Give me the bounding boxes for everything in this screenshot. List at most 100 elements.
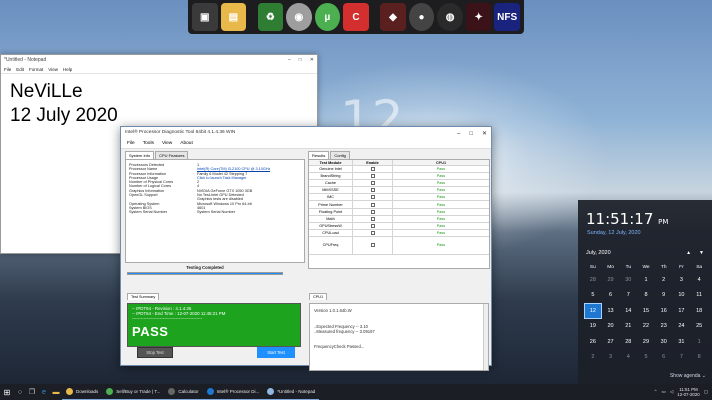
- enable-checkbox[interactable]: [370, 223, 375, 228]
- calendar-day[interactable]: 27: [602, 334, 620, 350]
- calendar-day[interactable]: 29: [637, 334, 655, 350]
- taskbar-app[interactable]: Sell/Buy or Trade | T...: [102, 384, 165, 400]
- folder-icon[interactable]: ▤: [220, 3, 247, 31]
- tab-config[interactable]: Config: [330, 151, 350, 159]
- game-disc-icon[interactable]: ●: [408, 3, 435, 31]
- menu-help[interactable]: Help: [63, 67, 72, 72]
- tab-results[interactable]: Results: [308, 151, 330, 159]
- calendar-day[interactable]: 15: [637, 303, 655, 319]
- tab-test-summary[interactable]: Test Summary: [127, 293, 160, 300]
- utorrent-icon[interactable]: µ: [314, 3, 341, 31]
- game-dark-icon[interactable]: ◍: [437, 3, 463, 31]
- chrome-icon[interactable]: ◉: [286, 3, 312, 31]
- chevron-up-icon[interactable]: ▲: [686, 250, 691, 256]
- flyout-date-link[interactable]: Sunday, 12 July, 2020: [578, 228, 712, 236]
- enable-checkbox[interactable]: [370, 181, 375, 186]
- volume-icon[interactable]: ◁: [670, 389, 673, 395]
- calendar-day[interactable]: 30: [619, 272, 637, 288]
- calendar-day[interactable]: 8: [690, 350, 708, 366]
- calendar-day[interactable]: 20: [602, 319, 620, 335]
- calendar-day[interactable]: 11: [690, 288, 708, 304]
- calendar-day[interactable]: 29: [602, 272, 620, 288]
- calendar-day[interactable]: 3: [602, 350, 620, 366]
- edge-icon[interactable]: e: [38, 384, 50, 400]
- calendar-day[interactable]: 18: [690, 303, 708, 319]
- calendar-day[interactable]: 6: [602, 288, 620, 304]
- menu-view[interactable]: View: [48, 67, 58, 72]
- tab-cpu-features[interactable]: CPU Features: [155, 151, 189, 159]
- tab-cpu1[interactable]: CPU1: [309, 293, 328, 300]
- calendar-day[interactable]: 3: [673, 272, 691, 288]
- calendar-day[interactable]: 22: [637, 319, 655, 335]
- maximize-icon[interactable]: □: [299, 57, 302, 63]
- taskbar-app[interactable]: Downloads: [62, 384, 103, 400]
- computer-icon[interactable]: ▣: [192, 3, 218, 31]
- menu-about[interactable]: About: [180, 141, 193, 146]
- calendar-month[interactable]: July, 2020: [586, 250, 611, 256]
- enable-checkbox[interactable]: [370, 167, 375, 172]
- calendar-day[interactable]: 10: [673, 288, 691, 304]
- enable-checkbox[interactable]: [370, 230, 375, 235]
- chevron-down-icon[interactable]: ▼: [699, 250, 704, 256]
- calendar-day[interactable]: 9: [655, 288, 673, 304]
- calendar-day[interactable]: 7: [619, 288, 637, 304]
- calendar-day[interactable]: 8: [637, 288, 655, 304]
- menu-format[interactable]: Format: [29, 67, 43, 72]
- maximize-icon[interactable]: □: [469, 131, 473, 137]
- calendar-day[interactable]: 24: [673, 319, 691, 335]
- ccleaner-icon[interactable]: C: [343, 3, 369, 31]
- calendar-day[interactable]: 25: [690, 319, 708, 335]
- calendar-day[interactable]: 16: [655, 303, 673, 319]
- calendar-day[interactable]: 2: [584, 350, 602, 366]
- windows-start-icon[interactable]: ⊞: [0, 384, 14, 400]
- stop-test-button[interactable]: Stop Test: [137, 347, 173, 358]
- tray-clock[interactable]: 11:51 PM 12-07-2020: [677, 387, 699, 398]
- calendar-day[interactable]: 30: [655, 334, 673, 350]
- minimize-icon[interactable]: –: [457, 131, 460, 137]
- menu-file[interactable]: File: [127, 141, 135, 146]
- calendar-day[interactable]: 4: [690, 272, 708, 288]
- enable-checkbox[interactable]: [370, 209, 375, 214]
- enable-checkbox[interactable]: [370, 195, 375, 200]
- calendar-day[interactable]: 5: [637, 350, 655, 366]
- system-info-value[interactable]: Click to launch Task Manager: [197, 176, 247, 180]
- calendar-day[interactable]: 21: [619, 319, 637, 335]
- start-test-button[interactable]: Start Test: [257, 347, 295, 358]
- enable-checkbox[interactable]: [370, 216, 375, 221]
- notepad-text-area[interactable]: NeViLLe 12 July 2020: [1, 74, 317, 134]
- enable-checkbox[interactable]: [370, 243, 375, 248]
- menu-file[interactable]: File: [4, 67, 11, 72]
- taskbar-app[interactable]: *Untitled - Notepad: [263, 384, 320, 400]
- network-icon[interactable]: ▭: [662, 389, 666, 395]
- chevron-up-icon[interactable]: ⌃: [654, 389, 658, 395]
- cpu-log-scrollbar[interactable]: [483, 304, 488, 370]
- diagnostic-titlebar[interactable]: Intel® Processor Diagnostic Tool 64bit 4…: [121, 127, 491, 139]
- calendar-day[interactable]: 23: [655, 319, 673, 335]
- menu-tools[interactable]: Tools: [143, 141, 154, 146]
- calendar-day[interactable]: 1: [690, 334, 708, 350]
- menu-edit[interactable]: Edit: [16, 67, 24, 72]
- close-icon[interactable]: ✕: [482, 131, 487, 137]
- calendar-day[interactable]: 17: [673, 303, 691, 319]
- calendar-day[interactable]: 31: [673, 334, 691, 350]
- calendar-day[interactable]: 6: [655, 350, 673, 366]
- game-red-icon[interactable]: ✦: [465, 3, 492, 31]
- calendar-day[interactable]: 13: [602, 303, 620, 319]
- game-nfs-icon[interactable]: NFS: [494, 3, 520, 31]
- taskbar-app[interactable]: Intel® Processor Di...: [202, 384, 264, 400]
- explorer-icon[interactable]: ▬: [50, 384, 62, 400]
- calendar-day[interactable]: 5: [584, 288, 602, 304]
- calendar-day[interactable]: 26: [584, 334, 602, 350]
- menu-view[interactable]: View: [162, 141, 172, 146]
- calendar-day[interactable]: 7: [673, 350, 691, 366]
- recycle-bin-icon[interactable]: ♻: [257, 3, 284, 31]
- close-icon[interactable]: ✕: [310, 57, 314, 63]
- tab-system-info[interactable]: System Info: [125, 151, 155, 159]
- game-gta-icon[interactable]: ◆: [380, 3, 406, 31]
- calendar-day[interactable]: 4: [619, 350, 637, 366]
- calendar-day[interactable]: 28: [584, 272, 602, 288]
- minimize-icon[interactable]: –: [288, 57, 291, 63]
- notepad-titlebar[interactable]: *Untitled - Notepad – □ ✕: [1, 55, 317, 65]
- taskbar-app[interactable]: Calculator: [164, 384, 203, 400]
- calendar-day[interactable]: 2: [655, 272, 673, 288]
